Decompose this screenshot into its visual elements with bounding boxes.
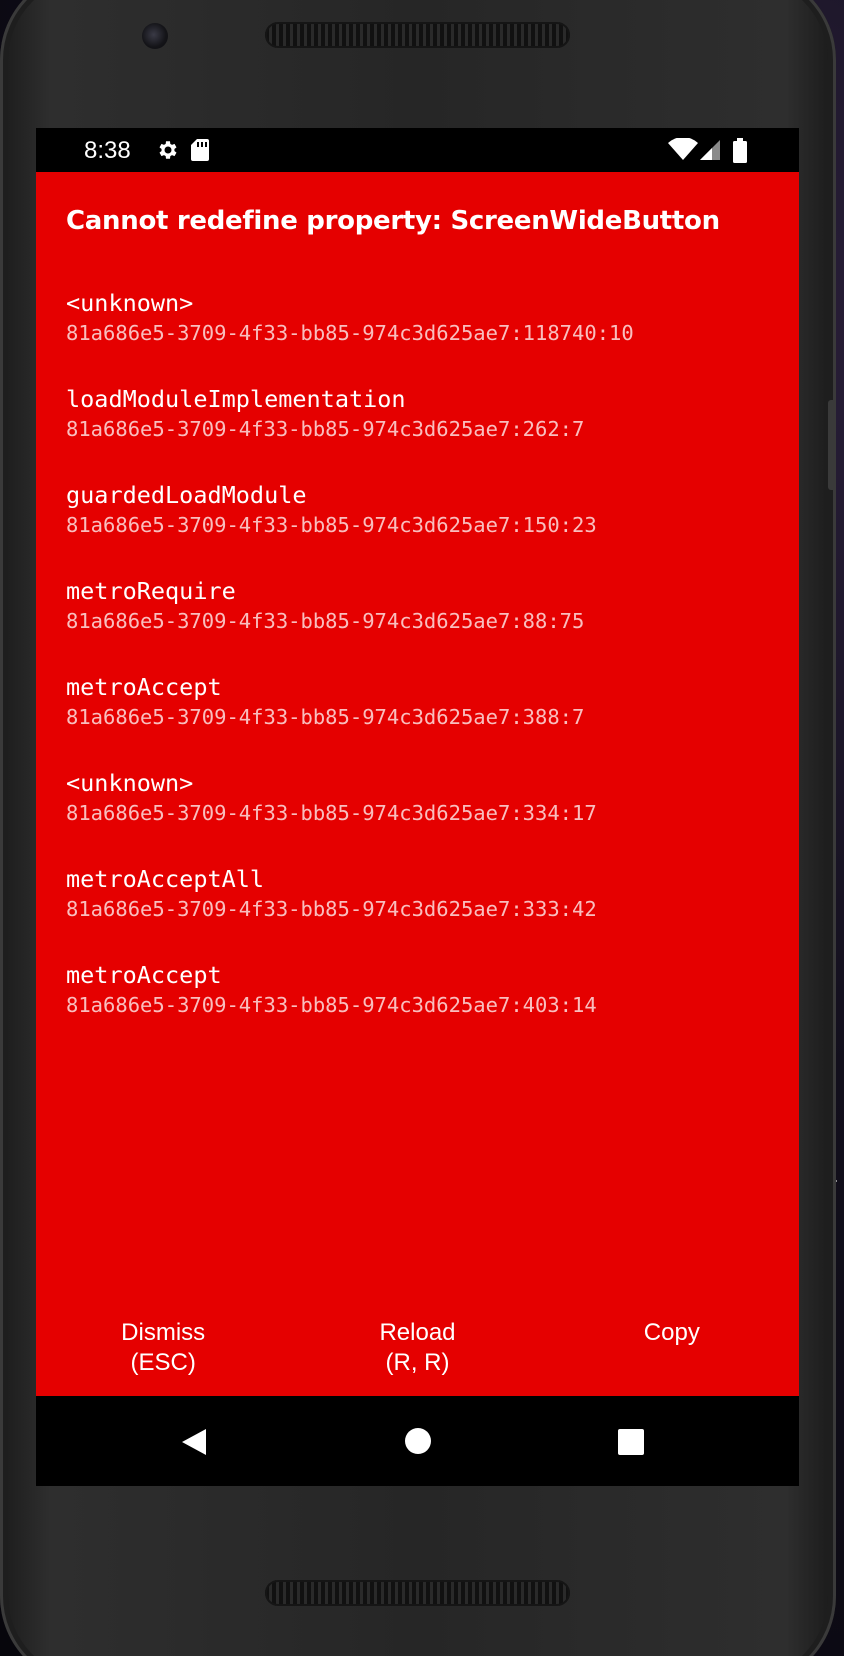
error-title: Cannot redefine property: ScreenWideButt… [66, 206, 720, 236]
stack-frame[interactable]: metroAccept 81a686e5-3709-4f33-bb85-974c… [66, 672, 786, 768]
frame-location: 81a686e5-3709-4f33-bb85-974c3d625ae7:334… [66, 801, 597, 825]
reload-button[interactable]: Reload (R, R) [290, 1318, 544, 1398]
home-icon[interactable] [404, 1427, 432, 1460]
earpiece-speaker [265, 22, 570, 48]
frame-method: metroRequire [66, 577, 236, 605]
stack-frame[interactable]: metroAccept 81a686e5-3709-4f33-bb85-974c… [66, 960, 786, 1056]
stack-frame[interactable]: loadModuleImplementation 81a686e5-3709-4… [66, 384, 786, 480]
frame-location: 81a686e5-3709-4f33-bb85-974c3d625ae7:118… [66, 321, 634, 345]
device-screen: 8:38 Cannot redefine property: ScreenWid… [36, 128, 799, 1486]
status-time: 8:38 [84, 137, 131, 164]
frame-location: 81a686e5-3709-4f33-bb85-974c3d625ae7:333… [66, 897, 597, 921]
frame-method: <unknown> [66, 289, 194, 317]
frame-method: loadModuleImplementation [66, 385, 406, 413]
stack-frame[interactable]: <unknown> 81a686e5-3709-4f33-bb85-974c3d… [66, 288, 786, 384]
frame-method: guardedLoadModule [66, 481, 307, 509]
redbox-actions: Dismiss (ESC) Reload (R, R) Copy [36, 1318, 799, 1398]
dismiss-label: Dismiss [121, 1319, 206, 1346]
frame-location: 81a686e5-3709-4f33-bb85-974c3d625ae7:88:… [66, 609, 585, 633]
frame-method: metroAcceptAll [66, 865, 265, 893]
stack-frame[interactable]: guardedLoadModule 81a686e5-3709-4f33-bb8… [66, 480, 786, 576]
frame-location: 81a686e5-3709-4f33-bb85-974c3d625ae7:150… [66, 513, 597, 537]
cellular-signal-icon [698, 138, 722, 167]
sd-card-icon [190, 138, 210, 167]
status-bar: 8:38 [36, 128, 799, 172]
wifi-icon [668, 137, 698, 167]
reload-shortcut: (R, R) [385, 1349, 450, 1376]
frame-method: metroAccept [66, 961, 222, 989]
recents-icon[interactable] [617, 1428, 645, 1461]
stack-frame[interactable]: metroRequire 81a686e5-3709-4f33-bb85-974… [66, 576, 786, 672]
desktop-background: 8:38 Cannot redefine property: ScreenWid… [0, 0, 844, 1656]
stack-frame[interactable]: <unknown> 81a686e5-3709-4f33-bb85-974c3d… [66, 768, 786, 864]
frame-location: 81a686e5-3709-4f33-bb85-974c3d625ae7:403… [66, 993, 597, 1017]
back-icon[interactable] [180, 1427, 208, 1462]
dismiss-shortcut: (ESC) [130, 1349, 196, 1376]
settings-icon [156, 138, 180, 167]
navigation-bar [36, 1396, 799, 1486]
copy-button[interactable]: Copy [545, 1318, 799, 1398]
stack-frame[interactable]: metroAcceptAll 81a686e5-3709-4f33-bb85-9… [66, 864, 786, 960]
copy-label: Copy [643, 1319, 700, 1346]
frame-location: 81a686e5-3709-4f33-bb85-974c3d625ae7:388… [66, 705, 585, 729]
dismiss-button[interactable]: Dismiss (ESC) [36, 1318, 290, 1398]
frame-method: <unknown> [66, 769, 194, 797]
frame-method: metroAccept [66, 673, 222, 701]
frame-location: 81a686e5-3709-4f33-bb85-974c3d625ae7:262… [66, 417, 585, 441]
bottom-speaker [265, 1580, 570, 1606]
reload-label: Reload [379, 1319, 456, 1346]
volume-button[interactable] [828, 400, 836, 490]
front-camera [142, 23, 168, 49]
battery-icon [732, 138, 748, 169]
stack-trace[interactable]: <unknown> 81a686e5-3709-4f33-bb85-974c3d… [66, 288, 786, 1056]
